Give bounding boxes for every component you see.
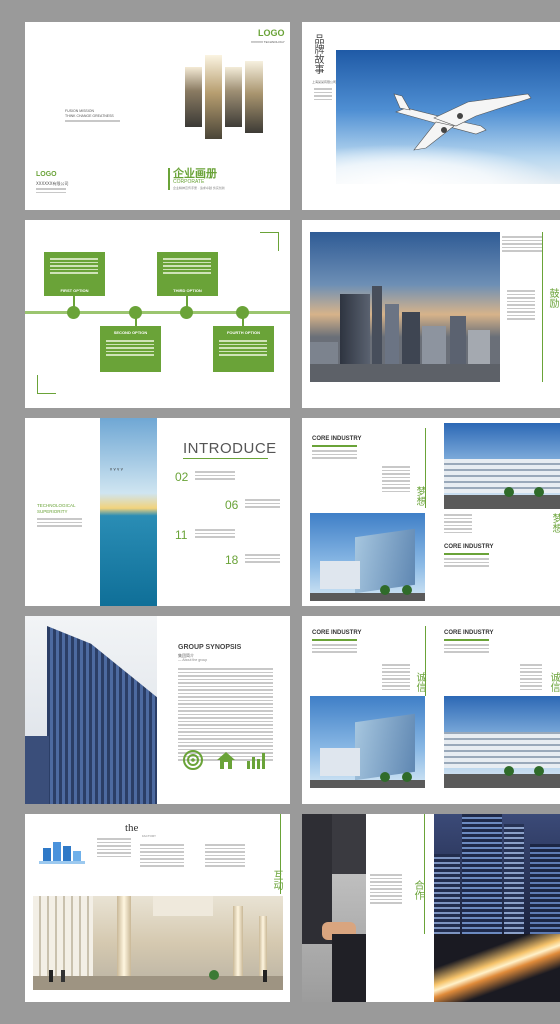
page-the-factory: the FACTORY 互动 <box>25 814 290 1002</box>
number-18: 18 <box>225 553 239 567</box>
group-title: GROUP SYNOPSIS <box>178 644 242 651</box>
glass-building-photo <box>310 513 425 601</box>
core2-wide-building-photo <box>444 696 560 788</box>
text-block <box>502 236 542 254</box>
the-small: FACTORY <box>142 834 157 838</box>
brand-story-title: 品牌故事 <box>312 34 323 74</box>
option-box-4: FOURTH OPTION <box>213 326 274 372</box>
core2-glass-building-photo <box>310 696 425 788</box>
cover-tagline: 企业精神宣传手册 · 追求卓越 务实创新 <box>173 186 225 190</box>
logo-top: LOGO <box>258 28 285 38</box>
core-title-a: CORE INDUSTRY <box>312 436 362 442</box>
caption-1: FUSION MISSION <box>65 109 94 113</box>
logo-top-sub: XXXXXX TECHNOLOGY <box>251 40 285 44</box>
lobby-photo <box>33 896 283 990</box>
company-name: XXXXXX有限公司 <box>36 181 69 186</box>
page-core-industry-1: CORE INDUSTRY 梦想 梦想 CORE INDUSTRY <box>302 418 560 606</box>
the-vertical-title: 互动 <box>271 870 282 890</box>
logo-bottom: LOGO <box>36 171 57 178</box>
option-label-1: FIRST OPTION <box>60 288 89 293</box>
target-icon <box>183 750 203 770</box>
page-timeline: FIRST OPTION THIRD OPTION SECOND OPTION … <box>25 220 290 408</box>
bar-chart-icon <box>247 753 265 769</box>
option-box-1: FIRST OPTION <box>44 252 105 296</box>
group-sub2: — About the group <box>178 658 208 662</box>
house-icon <box>217 752 235 769</box>
page-group-synopsis: GROUP SYNOPSIS 集团简介 — About the group <box>25 616 290 804</box>
handshake-photo <box>302 814 366 1002</box>
vertical-title-b: 梦想 <box>550 513 560 533</box>
brand-story-sub: 上海某某有限公司 <box>312 80 337 84</box>
page-cover: LOGO XXXXXX TECHNOLOGY FUSION MISSION TH… <box>25 22 290 210</box>
caption-2: THINK CHANGE GREATNESS <box>65 114 114 118</box>
timeline-line <box>25 311 290 314</box>
office-photo-strips <box>185 55 263 139</box>
option-label-3: THIRD OPTION <box>173 288 202 293</box>
number-02: 02 <box>175 470 189 484</box>
city-model-icon <box>39 842 85 864</box>
sea-photo: ᵛ ᵛ ᵛ ᵛ <box>100 418 157 606</box>
tech-title: TECHNOLOGICAL SUPERIORITY <box>37 503 76 514</box>
core2-title-b: CORE INDUSTRY <box>444 630 494 636</box>
option-label-2: SECOND OPTION <box>113 330 148 335</box>
page-city: 鼓励 <box>302 220 560 408</box>
option-box-2: SECOND OPTION <box>100 326 161 372</box>
page-introduce: TECHNOLOGICAL SUPERIORITY ᵛ ᵛ ᵛ ᵛ INTROD… <box>25 418 290 606</box>
number-11: 11 <box>175 528 188 542</box>
option-label-4: FOURTH OPTION <box>226 330 261 335</box>
city-vertical-title: 鼓励 <box>547 288 558 308</box>
core2-title-a: CORE INDUSTRY <box>312 630 362 636</box>
coop-vertical-title: 合作 <box>412 880 423 900</box>
the-word: the <box>125 822 139 834</box>
city-skyline-photo <box>310 232 500 382</box>
airplane-icon <box>393 93 532 151</box>
green-rule <box>168 168 170 190</box>
core-title-b: CORE INDUSTRY <box>444 544 494 550</box>
night-city-photo <box>434 814 560 1002</box>
page-brand-story: 品牌故事 上海某某有限公司 <box>302 22 560 210</box>
wide-building-photo <box>444 423 560 509</box>
page-core-industry-2: CORE INDUSTRY 诚信 CORE INDUSTRY 诚信 <box>302 616 560 804</box>
skyscraper-photo <box>25 616 157 804</box>
airplane-photo <box>336 50 560 184</box>
core2-vertical-b: 诚信 <box>548 672 559 692</box>
introduce-heading: INTRODUCE <box>183 440 277 457</box>
page-cooperation: 合作 <box>302 814 560 1002</box>
option-box-3: THIRD OPTION <box>157 252 218 296</box>
cover-title-en: CORPORATE <box>173 179 205 185</box>
number-06: 06 <box>225 498 239 512</box>
